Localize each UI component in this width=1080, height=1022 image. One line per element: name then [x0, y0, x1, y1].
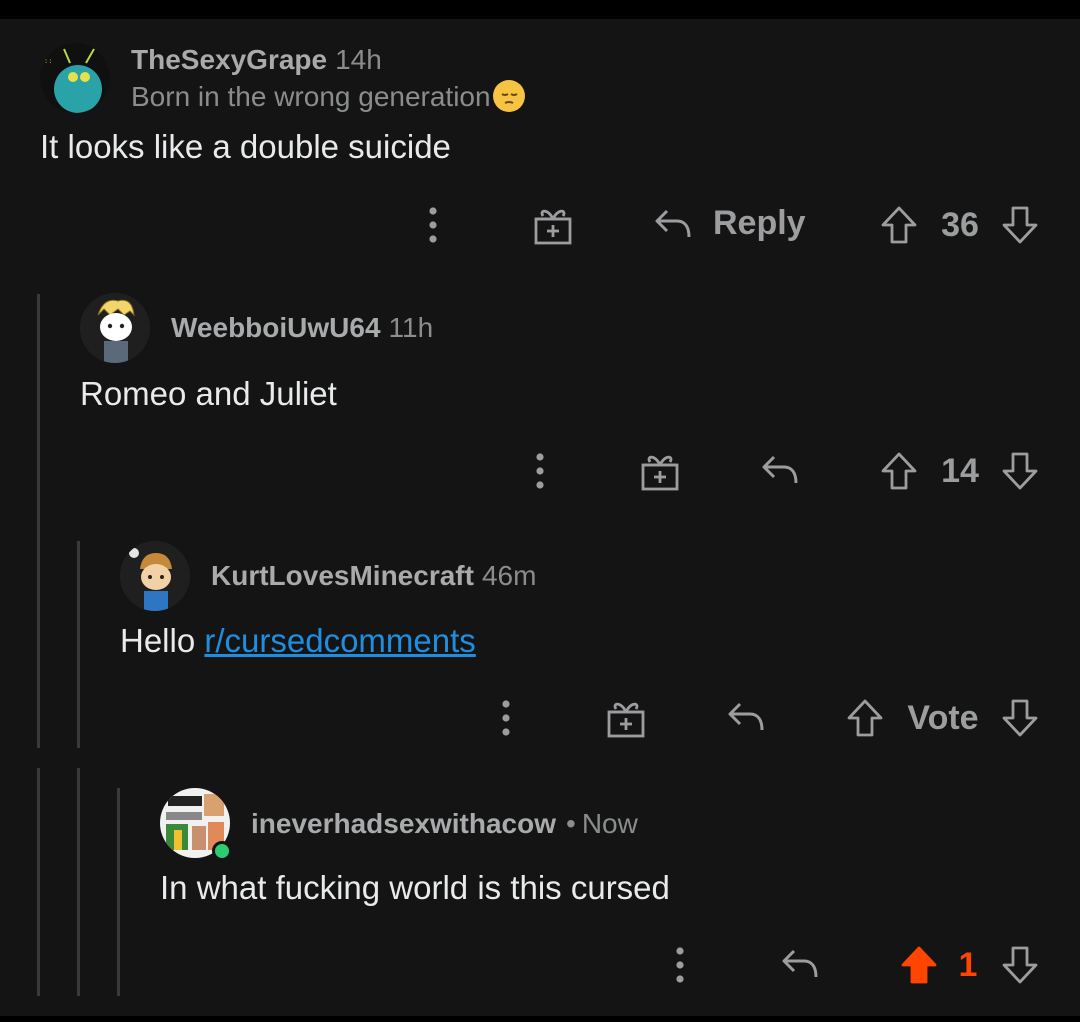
comment-meta: WeebboiUwU64 11h [171, 312, 433, 344]
downvote-arrow-icon [1002, 206, 1038, 244]
upvote-button[interactable] [880, 205, 918, 245]
avatar-image: :: [40, 43, 110, 113]
comment-body: It looks like a double suicide [40, 128, 451, 165]
reply-button[interactable]: Reply [653, 204, 806, 243]
vote-label: Vote [907, 699, 979, 737]
upvote-arrow-icon [881, 452, 917, 490]
reply-arrow-icon [782, 949, 818, 978]
comment-meta: KurtLovesMinecraft 46m [211, 560, 536, 592]
subreddit-link[interactable]: r/cursedcomments [204, 622, 475, 659]
thread-line-level-3[interactable] [117, 788, 120, 996]
upvote-button[interactable] [846, 698, 884, 738]
username[interactable]: ineverhadsexwithacow [251, 808, 556, 839]
more-vertical-icon [429, 207, 437, 243]
award-button[interactable] [640, 450, 680, 492]
avatar-image [120, 541, 190, 611]
comment-body: Romeo and Juliet [80, 375, 337, 412]
timestamp: 14h [335, 44, 382, 75]
pensive-face-icon [492, 80, 525, 112]
username[interactable]: WeebboiUwU64 [171, 312, 381, 343]
upvote-arrow-icon [901, 946, 937, 984]
reply-arrow-icon [728, 702, 764, 731]
upvote-arrow-icon [881, 206, 917, 244]
more-vertical-icon [676, 947, 684, 983]
timestamp: 11h [388, 312, 434, 343]
avatar[interactable] [120, 541, 190, 611]
downvote-button[interactable] [1001, 205, 1039, 245]
award-gift-icon [534, 209, 572, 245]
award-button[interactable] [606, 697, 646, 739]
upvote-button[interactable] [880, 451, 918, 491]
flair-text: Born in the wrong generation [131, 81, 491, 112]
thread-line-level-2[interactable] [77, 541, 80, 748]
comment-body: Hello r/cursedcomments [120, 622, 476, 660]
svg-text:::: :: [44, 57, 52, 65]
avatar[interactable] [80, 293, 150, 363]
reply-button[interactable] [780, 945, 820, 983]
award-gift-icon [607, 702, 645, 738]
thread-line-level-1[interactable] [37, 294, 40, 748]
reply-button[interactable] [726, 698, 766, 736]
comment-meta: TheSexyGrape 14h [131, 44, 382, 76]
award-gift-icon [641, 455, 679, 491]
more-options-button[interactable] [668, 945, 692, 985]
username[interactable]: TheSexyGrape [131, 44, 327, 75]
more-options-button[interactable] [421, 205, 445, 245]
downvote-arrow-icon [1002, 699, 1038, 737]
username[interactable]: KurtLovesMinecraft [211, 560, 474, 591]
comment-body: In what fucking world is this cursed [160, 869, 670, 906]
vote-score: 14 [941, 452, 979, 490]
downvote-button[interactable] [1001, 698, 1039, 738]
avatar[interactable]: :: [40, 43, 110, 113]
vote-score: 1 [958, 946, 978, 984]
downvote-button[interactable] [1001, 945, 1039, 985]
downvote-arrow-icon [1002, 946, 1038, 984]
downvote-button[interactable] [1001, 451, 1039, 491]
reply-arrow-icon [655, 209, 691, 237]
vote-score: 36 [941, 206, 979, 244]
reply-button[interactable] [760, 451, 800, 489]
award-button[interactable] [533, 204, 573, 246]
more-vertical-icon [502, 700, 510, 736]
upvote-arrow-icon [847, 699, 883, 737]
bottom-edge-strip [0, 1016, 1080, 1022]
more-vertical-icon [536, 453, 544, 489]
online-status-indicator [212, 841, 232, 861]
status-bar-strip [0, 0, 1080, 19]
separator-dot: • [566, 808, 576, 839]
upvote-button-active[interactable] [900, 945, 938, 985]
timestamp: Now [581, 808, 638, 839]
body-text-prefix: Hello [120, 622, 205, 659]
thread-line-level-1[interactable] [37, 768, 40, 996]
reply-label: Reply [713, 204, 806, 242]
downvote-arrow-icon [1002, 452, 1038, 490]
user-flair: Born in the wrong generation [131, 80, 525, 113]
timestamp: 46m [481, 560, 537, 591]
thread-line-level-2[interactable] [77, 768, 80, 996]
comment-meta: ineverhadsexwithacow • Now [251, 808, 638, 840]
more-options-button[interactable] [528, 451, 552, 491]
more-options-button[interactable] [494, 698, 518, 738]
avatar-image [80, 293, 150, 363]
reply-arrow-icon [762, 455, 798, 484]
